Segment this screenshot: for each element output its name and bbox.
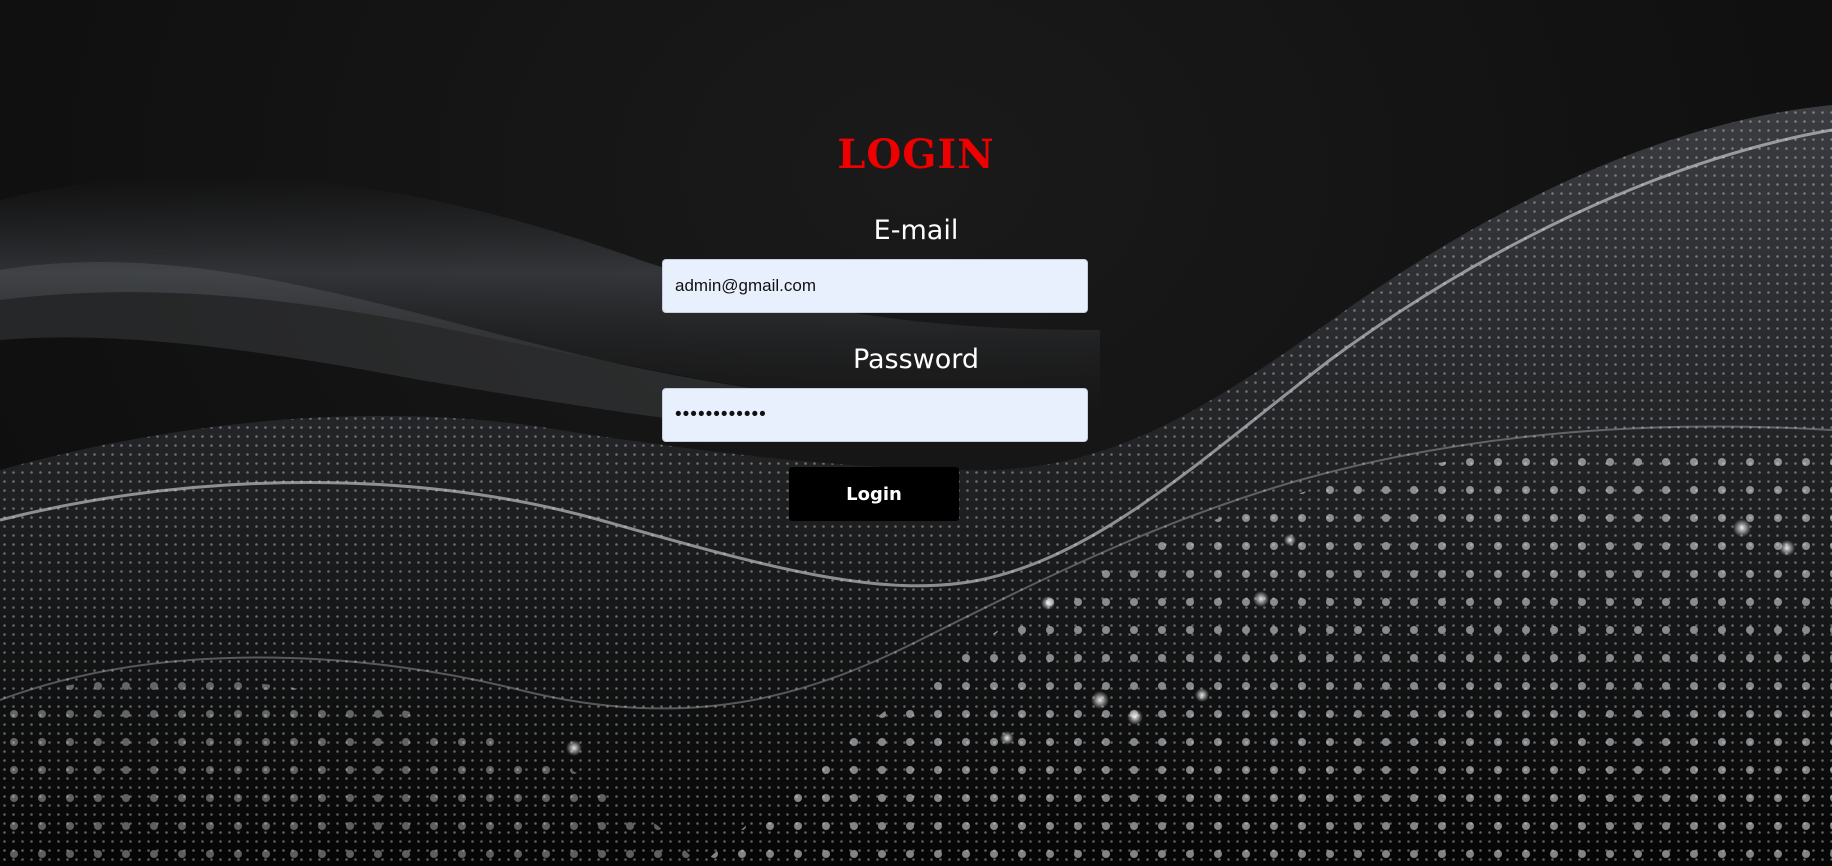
email-field[interactable]	[662, 259, 1088, 313]
login-page: LOGIN E-mail Password Login	[0, 0, 1832, 866]
email-label: E-mail	[873, 215, 959, 246]
password-field[interactable]	[662, 388, 1088, 442]
login-button[interactable]: Login	[789, 467, 959, 521]
page-title: LOGIN	[837, 131, 995, 178]
login-form: LOGIN E-mail Password Login	[0, 0, 1832, 866]
password-label: Password	[852, 344, 980, 375]
